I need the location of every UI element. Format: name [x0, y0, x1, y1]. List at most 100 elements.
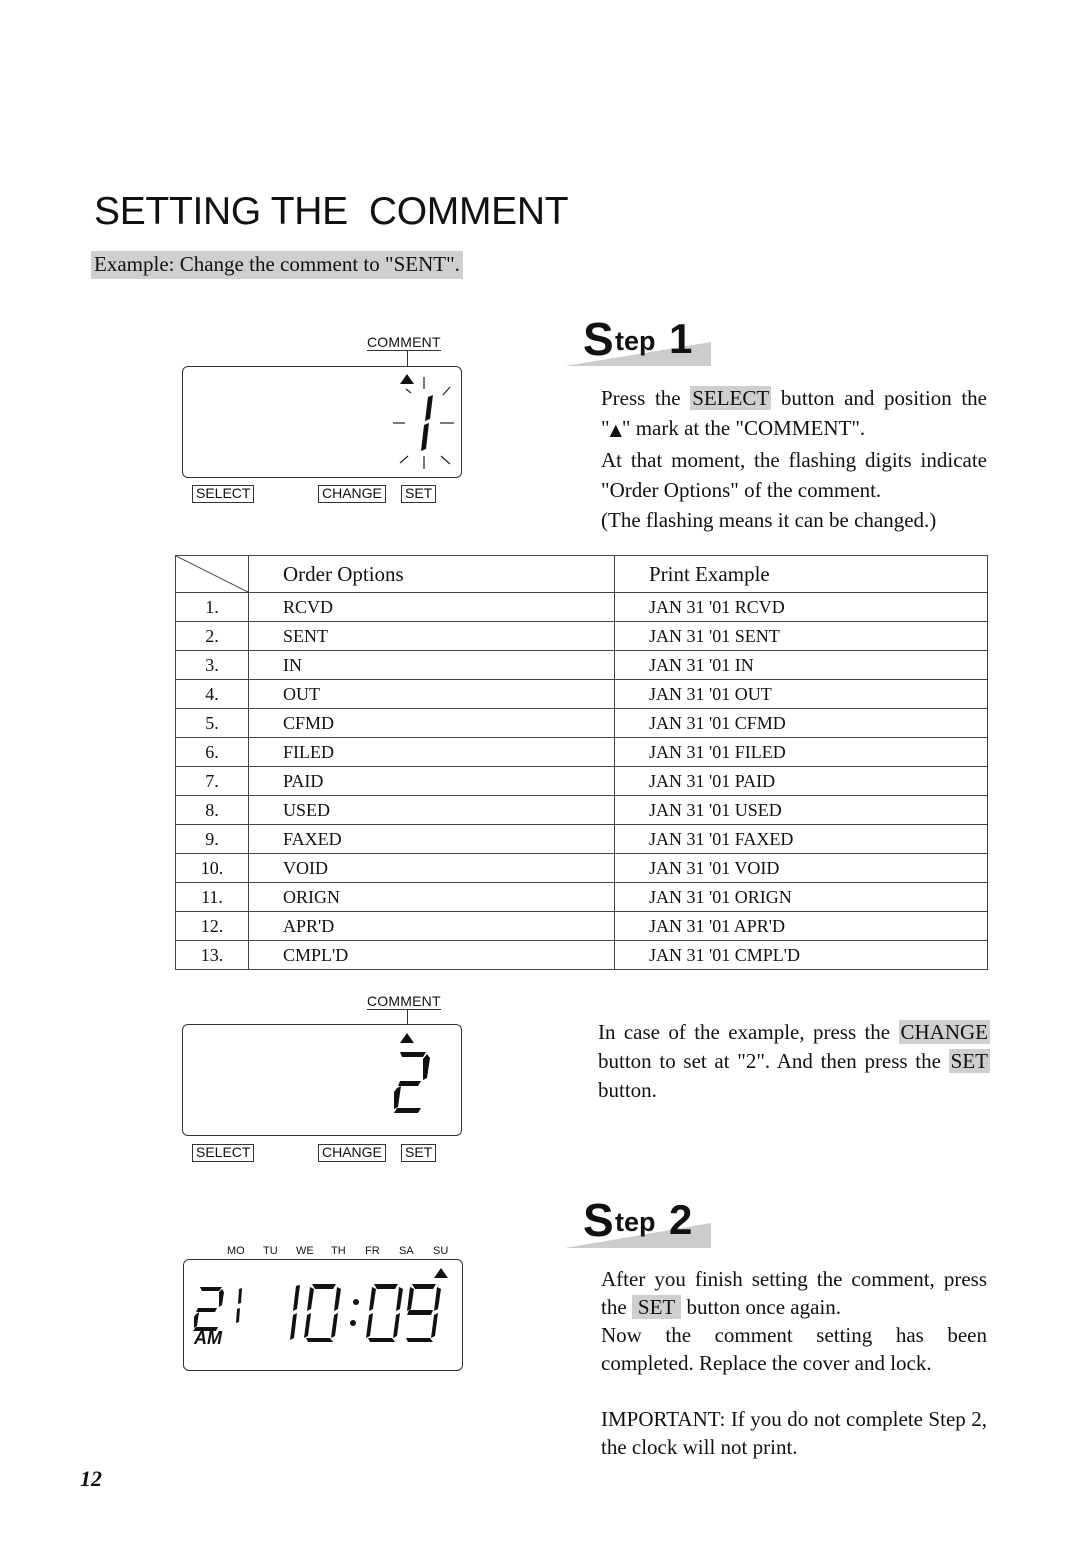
set-key: SET	[401, 1144, 437, 1162]
step-s: S	[583, 1194, 614, 1246]
date-digits	[193, 1287, 242, 1331]
table-row: 5. CFMD JAN 31 '01 CFMD	[175, 708, 988, 738]
table-row: 8. USED JAN 31 '01 USED	[175, 795, 988, 825]
table-row: 7. PAID JAN 31 '01 PAID	[175, 766, 988, 796]
change-line2: button to set at "2". And then press the…	[598, 1049, 990, 1073]
change-key: CHANGE	[318, 485, 386, 503]
comment-label: COMMENT	[367, 334, 441, 351]
step-s: S	[583, 313, 614, 365]
row-print-example: JAN 31 '01 SENT	[614, 621, 988, 651]
important-note: IMPORTANT: If you do not complete Step 2…	[601, 1407, 987, 1459]
row-print-example: JAN 31 '01 CFMD	[614, 708, 988, 738]
select-key: SELECT	[192, 1144, 255, 1162]
row-print-example: JAN 31 '01 FAXED	[614, 824, 988, 854]
time-digits	[290, 1284, 441, 1342]
change-line1: In case of the example, press the CHANGE	[598, 1020, 990, 1044]
lcd-screen: AM	[183, 1259, 463, 1371]
row-number: 9.	[175, 824, 249, 854]
row-print-example: JAN 31 '01 IN	[614, 650, 988, 680]
weekday-label: SA	[399, 1245, 414, 1257]
flashing-digit-1	[393, 377, 454, 469]
row-option: OUT	[248, 679, 615, 709]
corner-header-cell	[175, 555, 249, 593]
position-marker-icon	[400, 1033, 414, 1043]
row-option: APR'D	[248, 911, 615, 941]
table-row: 1. RCVD JAN 31 '01 RCVD	[175, 592, 988, 622]
set-key: SET	[401, 485, 437, 503]
row-print-example: JAN 31 '01 PAID	[614, 766, 988, 796]
table-row: 12. APR'D JAN 31 '01 APR'D	[175, 911, 988, 941]
row-print-example: JAN 31 '01 FILED	[614, 737, 988, 767]
row-number: 13.	[175, 940, 249, 970]
table-row: 11. ORIGN JAN 31 '01 ORIGN	[175, 882, 988, 912]
table-header-row: Order Options Print Example	[175, 555, 988, 593]
table-row: 2. SENT JAN 31 '01 SENT	[175, 621, 988, 651]
header-print-example: Print Example	[614, 555, 988, 593]
order-options-table: Order Options Print Example 1. RCVD JAN 31…	[175, 555, 988, 970]
example-caption: Example: Change the comment to "SENT".	[91, 251, 463, 279]
row-print-example: JAN 31 '01 OUT	[614, 679, 988, 709]
row-number: 5.	[175, 708, 249, 738]
row-number: 3.	[175, 650, 249, 680]
step-tep: tep	[615, 326, 656, 356]
triangle-mark-icon: ▲	[609, 420, 622, 439]
change-key: CHANGE	[318, 1144, 386, 1162]
step2-line2: the SET button once again.	[601, 1295, 842, 1319]
change-button-ref: CHANGE	[898, 1020, 990, 1044]
row-number: 6.	[175, 737, 249, 767]
row-print-example: JAN 31 '01 RCVD	[614, 592, 988, 622]
select-button-ref: SELECT	[690, 386, 772, 410]
change-instructions: In case of the example, press the CHANGE…	[598, 1018, 990, 1105]
step2-completed-text: Now the comment setting has been complet…	[601, 1323, 987, 1375]
step2-line1: After you finish setting the comment, pr…	[601, 1267, 987, 1291]
row-number: 8.	[175, 795, 249, 825]
step2-heading: S tep 2	[565, 1193, 715, 1253]
step1-line3: At that moment, the flashing digits indi…	[601, 448, 987, 472]
comment-label: COMMENT	[367, 993, 441, 1010]
row-print-example: JAN 31 '01 VOID	[614, 853, 988, 883]
change-line3: button.	[598, 1078, 657, 1102]
step1-instructions: Press the SELECT button and position the…	[601, 383, 987, 535]
step-tep: tep	[615, 1207, 656, 1237]
lcd-digit-2	[394, 1052, 430, 1113]
lcd-screen	[182, 366, 462, 478]
row-option: USED	[248, 795, 615, 825]
header-order-options: Order Options	[248, 555, 615, 593]
row-print-example: JAN 31 '01 APR'D	[614, 911, 988, 941]
set-button-ref: SET	[948, 1049, 990, 1073]
ampm-indicator: AM	[193, 1328, 223, 1348]
row-option: CMPL'D	[248, 940, 615, 970]
row-print-example: JAN 31 '01 USED	[614, 795, 988, 825]
row-option: FAXED	[248, 824, 615, 854]
weekday-label: TU	[263, 1245, 278, 1257]
comment-pointer-line	[407, 1010, 408, 1025]
weekday-label: MO	[227, 1245, 245, 1257]
step-number: 2	[669, 1196, 693, 1243]
weekday-label: TH	[331, 1245, 346, 1257]
row-number: 2.	[175, 621, 249, 651]
step1-line1: Press the SELECT button and position the	[601, 386, 987, 410]
step1-line5: (The flashing means it can be changed.)	[601, 508, 937, 532]
row-print-example: JAN 31 '01 CMPL'D	[614, 940, 988, 970]
step1-line4: "Order Options" of the comment.	[601, 478, 882, 502]
row-option: VOID	[248, 853, 615, 883]
weekday-label: SU	[433, 1245, 449, 1257]
step1-heading: S tep 1	[565, 312, 715, 372]
table-row: 13. CMPL'D JAN 31 '01 CMPL'D	[175, 940, 988, 970]
select-key: SELECT	[192, 485, 255, 503]
clock-readout: AM	[193, 1284, 441, 1348]
step1-line2: "▲" mark at the "COMMENT".	[601, 416, 866, 440]
row-option: IN	[248, 650, 615, 680]
table-row: 9. FAXED JAN 31 '01 FAXED	[175, 824, 988, 854]
row-option: SENT	[248, 621, 615, 651]
page-number: 12	[80, 1466, 102, 1491]
row-number: 11.	[175, 882, 249, 912]
row-option: CFMD	[248, 708, 615, 738]
row-number: 7.	[175, 766, 249, 796]
row-option: PAID	[248, 766, 615, 796]
row-number: 4.	[175, 679, 249, 709]
row-option: FILED	[248, 737, 615, 767]
row-number: 1.	[175, 592, 249, 622]
set-button-ref: SET	[631, 1295, 682, 1319]
weekday-label: FR	[365, 1245, 380, 1257]
